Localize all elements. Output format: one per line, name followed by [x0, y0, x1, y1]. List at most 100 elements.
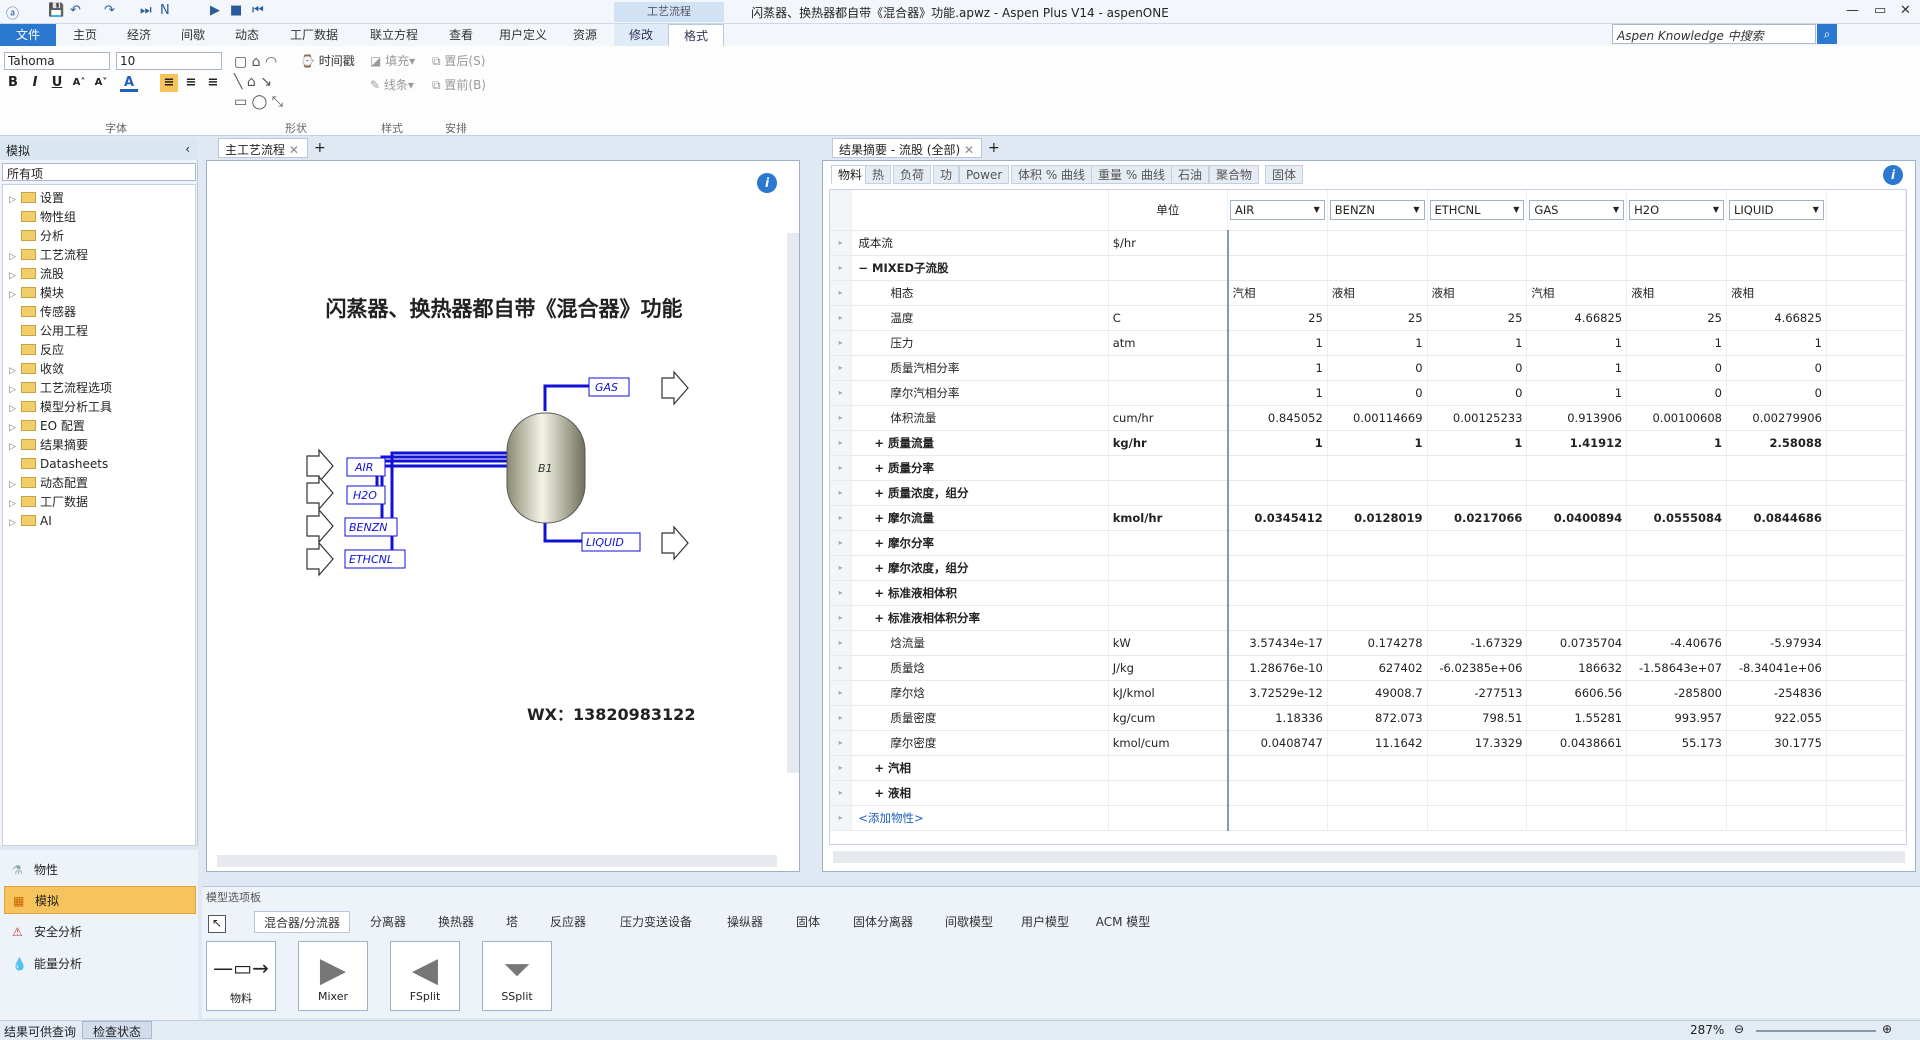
stream-column-select[interactable]: ETHCNL ▼	[1429, 199, 1525, 220]
align-right-icon[interactable]: ≡	[204, 74, 222, 92]
tab-plant-data[interactable]: 工厂数据	[276, 24, 352, 46]
palette-tab[interactable]: 操纵器	[714, 911, 776, 933]
add-result-tab-icon[interactable]: +	[988, 140, 1000, 156]
tree-item[interactable]: ▷ 工艺流程	[9, 246, 88, 265]
expand-icon[interactable]: +	[874, 511, 884, 525]
palette-tab[interactable]: 固体	[784, 911, 832, 933]
palette-tab[interactable]: 间歇模型	[934, 911, 1004, 933]
tree-item[interactable]: 分析	[9, 227, 64, 246]
palette-tab[interactable]: 固体分离器	[840, 911, 926, 933]
tab-resources[interactable]: 资源	[560, 24, 610, 46]
tree-item[interactable]: ▷ 模型分析工具	[9, 398, 112, 417]
palette-tab[interactable]: 混合器/分流器	[254, 911, 350, 933]
palette-tab[interactable]: 塔	[494, 911, 530, 933]
expand-icon[interactable]: +	[874, 536, 884, 550]
tree-item[interactable]: ▷ AI	[9, 512, 52, 531]
tab-main-flowsheet[interactable]: 主工艺流程 ✕	[218, 138, 308, 158]
nav-button-safety[interactable]: ⚠ 安全分析	[4, 918, 196, 946]
tree-item[interactable]: ▷ 设置	[9, 189, 64, 208]
bold-icon[interactable]: B	[4, 74, 22, 92]
tab-format[interactable]: 格式	[668, 24, 724, 46]
palette-tab[interactable]: 压力变送设备	[606, 911, 706, 933]
palette-tab[interactable]: ACM 模型	[1086, 911, 1160, 933]
palette-item-ssplit[interactable]: ⏷ SSplit	[482, 941, 552, 1011]
collapse-icon[interactable]: ‹	[185, 142, 190, 156]
add-tab-icon[interactable]: +	[314, 140, 326, 156]
tree-item[interactable]: 传感器	[9, 303, 76, 322]
palette-tab[interactable]: 分离器	[358, 911, 418, 933]
expand-icon[interactable]: +	[874, 586, 884, 600]
info-icon[interactable]: i	[1883, 165, 1903, 185]
search-icon[interactable]: ⌕	[1817, 24, 1837, 44]
palette-item-mixer[interactable]: ▶ Mixer	[298, 941, 368, 1011]
zoom-slider[interactable]	[1756, 1030, 1876, 1032]
nav-button-energy[interactable]: 💧 能量分析	[4, 950, 196, 978]
palette-tab[interactable]: 用户模型	[1012, 911, 1078, 933]
result-subtab[interactable]: 石油	[1171, 165, 1210, 184]
expand-icon[interactable]: ▷	[9, 514, 21, 533]
send-back-button[interactable]: ⧉ 置后(S)	[432, 52, 485, 69]
tab-file[interactable]: 文件	[0, 24, 56, 46]
tree-item[interactable]: ▷ 收敛	[9, 360, 64, 379]
results-hscroll[interactable]	[833, 851, 1905, 863]
expand-icon[interactable]: +	[874, 461, 884, 475]
zoom-in-icon[interactable]: ⊕	[1882, 1022, 1892, 1036]
palette-tab[interactable]: 反应器	[538, 911, 598, 933]
fill-button[interactable]: ◪ 填充▾	[370, 52, 415, 69]
maximize-icon[interactable]: ▭	[1874, 3, 1886, 18]
tree-item[interactable]: ▷ 工艺流程选项	[9, 379, 112, 398]
close-icon[interactable]: ✕	[1900, 3, 1911, 18]
tab-batch[interactable]: 间歇	[168, 24, 218, 46]
italic-icon[interactable]: I	[26, 74, 44, 92]
result-subtab[interactable]: 功	[933, 165, 960, 184]
shrink-font-icon[interactable]: A˅	[92, 74, 110, 92]
expand-icon[interactable]: +	[874, 486, 884, 500]
align-center-icon[interactable]: ≡	[182, 74, 200, 92]
nav-filter-select[interactable]: 所有项	[2, 163, 196, 181]
stream-column-select[interactable]: AIR ▼	[1230, 199, 1325, 220]
tab-dynamics[interactable]: 动态	[222, 24, 272, 46]
result-subtab[interactable]: 体积 % 曲线	[1011, 165, 1093, 184]
flowsheet-vscroll[interactable]	[787, 233, 799, 773]
tree-item[interactable]: 物性组	[9, 208, 76, 227]
tree-item[interactable]: 公用工程	[9, 322, 88, 341]
stream-column-select[interactable]: H2O ▼	[1629, 199, 1724, 220]
zoom-out-icon[interactable]: ⊖	[1734, 1022, 1744, 1036]
result-subtab[interactable]: 重量 % 曲线	[1091, 165, 1173, 184]
palette-tab[interactable]: 换热器	[426, 911, 486, 933]
knowledge-search-input[interactable]: Aspen Knowledge 中搜索	[1612, 24, 1816, 44]
info-icon[interactable]: i	[757, 173, 777, 193]
nav-button-simulation[interactable]: ▦ 模拟	[4, 886, 196, 914]
palette-item-material[interactable]: —▭→ 物料	[206, 941, 276, 1011]
row-label[interactable]: <添加物性>	[858, 811, 923, 825]
tree-item[interactable]: ▷ EO 配置	[9, 417, 85, 436]
pointer-icon[interactable]: ↖	[208, 915, 226, 933]
stream-column-select[interactable]: BENZN ▼	[1329, 199, 1425, 220]
tree-item[interactable]: ▷ 结果摘要	[9, 436, 88, 455]
tab-modify[interactable]: 修改	[614, 24, 668, 46]
expand-icon[interactable]: −	[858, 261, 868, 275]
result-subtab[interactable]: 热	[865, 165, 892, 184]
result-subtab[interactable]: Power	[959, 165, 1010, 184]
tab-stream-summary[interactable]: 结果摘要 - 流股 (全部) ✕	[832, 138, 982, 158]
align-left-icon[interactable]: ≡	[160, 74, 178, 92]
stream-column-select[interactable]: LIQUID ▼	[1729, 199, 1824, 220]
expand-icon[interactable]: +	[874, 761, 884, 775]
tree-item[interactable]: Datasheets	[9, 455, 108, 474]
tab-view[interactable]: 查看	[436, 24, 486, 46]
underline-icon[interactable]: U	[48, 74, 66, 92]
tree-item[interactable]: ▷ 流股	[9, 265, 64, 284]
tree-item[interactable]: ▷ 动态配置	[9, 474, 88, 493]
expand-icon[interactable]: +	[874, 611, 884, 625]
font-name-select[interactable]: Tahoma	[4, 52, 110, 70]
flowsheet-hscroll[interactable]	[217, 855, 777, 867]
minimize-icon[interactable]: —	[1846, 3, 1859, 18]
result-subtab[interactable]: 固体	[1265, 165, 1304, 184]
expand-icon[interactable]: +	[874, 436, 884, 450]
grow-font-icon[interactable]: A˄	[70, 74, 88, 92]
tree-item[interactable]: ▷ 模块	[9, 284, 64, 303]
tab-economics[interactable]: 经济	[114, 24, 164, 46]
nav-button-properties[interactable]: ⚗ 物性	[4, 856, 196, 884]
check-status-button[interactable]: 检查状态	[82, 1021, 153, 1039]
result-subtab[interactable]: 物料	[831, 165, 870, 184]
